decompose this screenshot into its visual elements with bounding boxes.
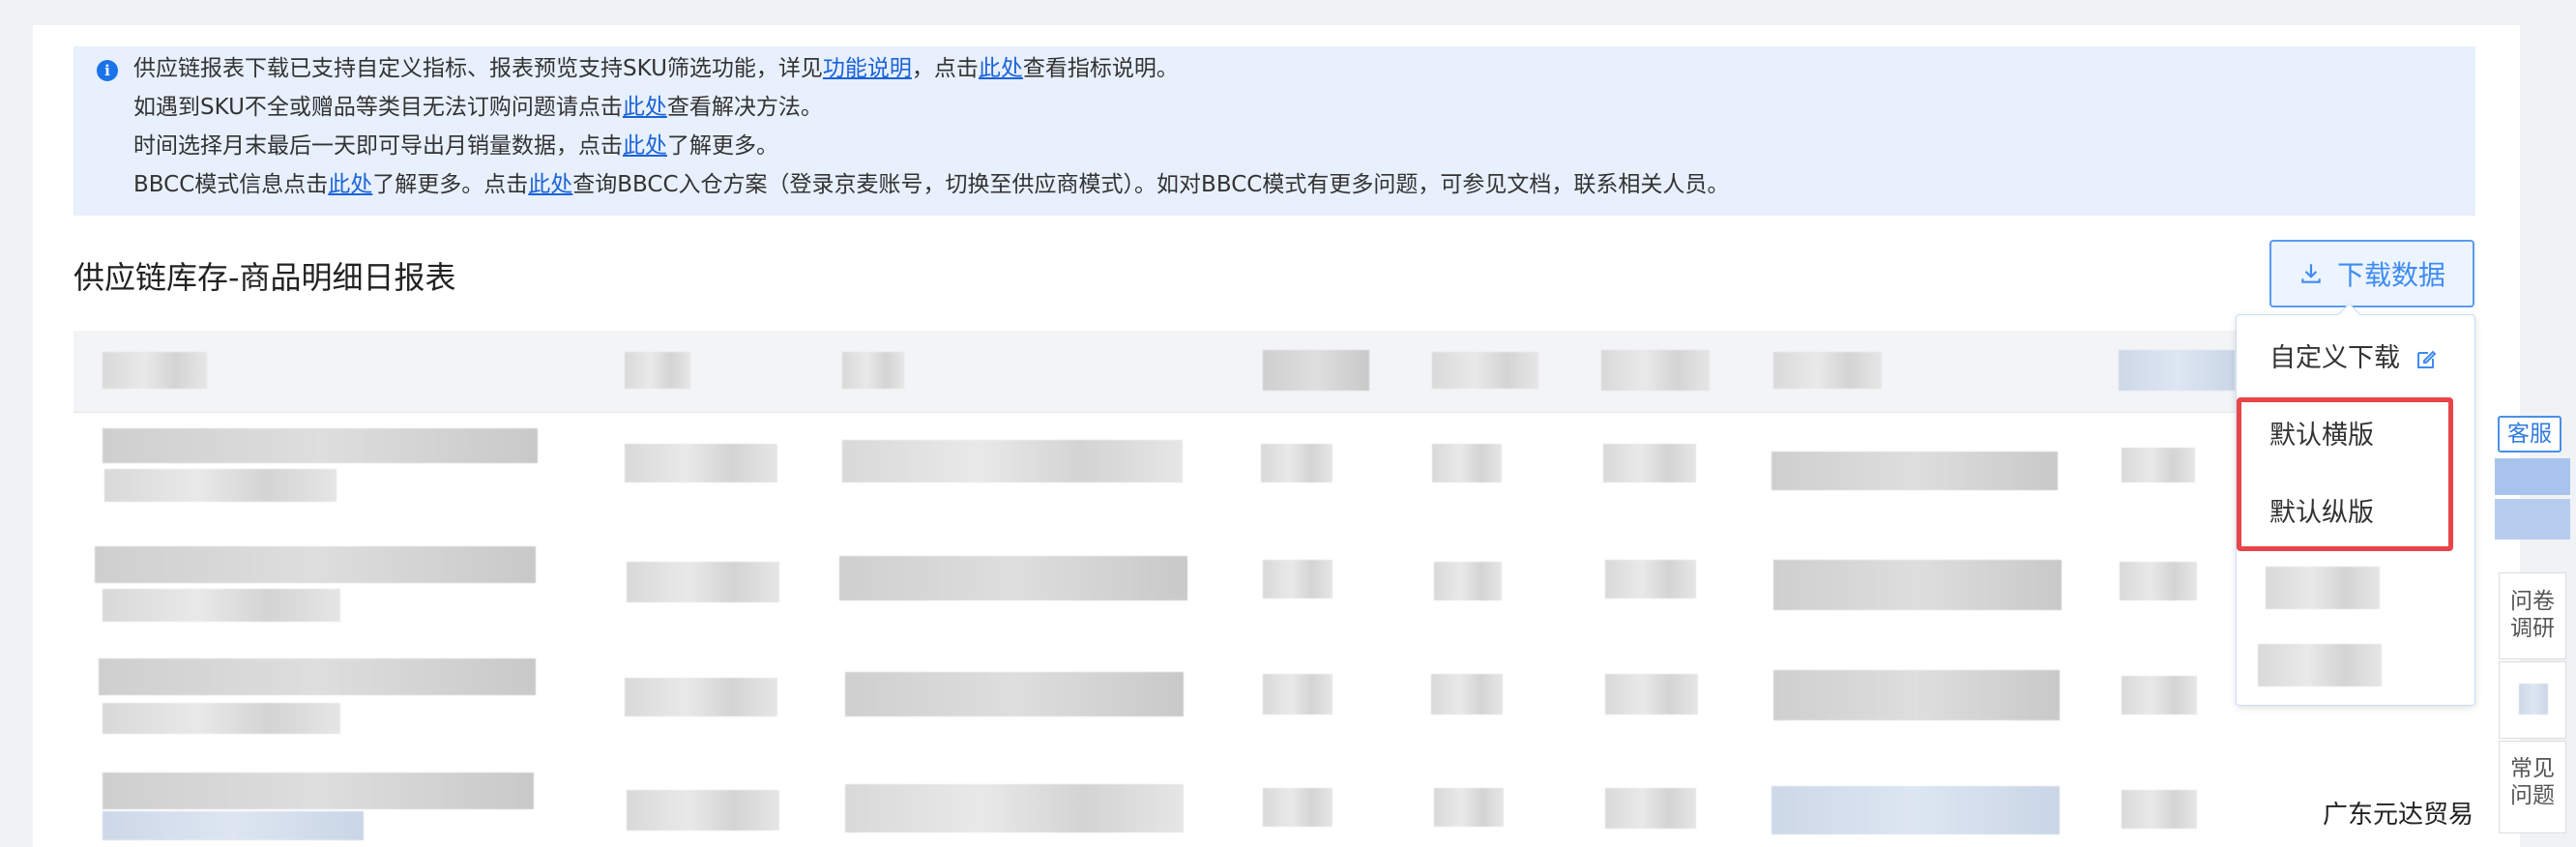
custom-download-label: 自定义下载 xyxy=(2269,343,2400,373)
table-cell xyxy=(1605,788,1696,829)
table-cell xyxy=(102,811,364,840)
header-cell xyxy=(1432,352,1538,389)
notice-text: ，点击 xyxy=(911,56,979,81)
side-blue-block xyxy=(2495,458,2570,495)
download-data-button[interactable]: 下载数据 xyxy=(2269,240,2474,307)
notice-text: 如遇到SKU不全或赠品等类目无法订购问题请点击 xyxy=(133,95,623,120)
custom-download-item[interactable]: 自定义下载 xyxy=(2269,336,2438,374)
table-cell xyxy=(102,589,340,622)
table-cell xyxy=(839,556,1187,600)
table-cell xyxy=(1432,444,1502,482)
side-blue-block xyxy=(2495,499,2570,540)
table-cell xyxy=(845,672,1184,716)
dropdown-item-blurred[interactable] xyxy=(2266,567,2380,609)
table-cell xyxy=(1771,786,2060,834)
highlight-box xyxy=(2237,397,2453,551)
header-cell xyxy=(2119,350,2235,391)
table-cell xyxy=(102,703,340,734)
header-cell xyxy=(102,352,207,389)
info-icon: i xyxy=(97,60,118,81)
supplier-name-partial: 广东元达贸易 xyxy=(2323,801,2474,830)
table-cell xyxy=(99,658,536,695)
survey-label-1: 问卷 xyxy=(2510,589,2555,614)
table-cell xyxy=(842,440,1183,482)
notice-text: 查看指标说明。 xyxy=(1022,56,1179,81)
notice-line-3: 时间选择月末最后一天即可导出月销量数据，点击此处了解更多。 xyxy=(133,131,778,161)
faq-label-1: 常见 xyxy=(2510,756,2555,781)
table-cell xyxy=(845,784,1184,832)
table-cell xyxy=(2122,676,2197,715)
header-cell xyxy=(1601,350,1710,391)
header-cell xyxy=(842,352,904,389)
table-row[interactable] xyxy=(73,527,2475,642)
notice-text: 时间选择月末最后一天即可导出月销量数据，点击 xyxy=(133,133,623,159)
table-header xyxy=(73,331,2475,413)
monthly-sales-link[interactable]: 此处 xyxy=(623,133,667,159)
notice-text: 供应链报表下载已支持自定义指标、报表预览支持SKU筛选功能，详见 xyxy=(133,56,823,81)
header-cell xyxy=(1773,352,1882,389)
table-cell xyxy=(1431,674,1503,715)
table-cell xyxy=(1434,562,1502,600)
faq-button[interactable]: 常见 问题 xyxy=(2499,741,2566,833)
faq-label-2: 问题 xyxy=(2510,783,2555,808)
table-cell xyxy=(2122,448,2195,482)
metric-description-link[interactable]: 此处 xyxy=(979,56,1023,81)
page-title: 供应链库存-商品明细日报表 xyxy=(73,259,456,296)
table-row[interactable] xyxy=(73,413,2475,528)
notice-line-1: 供应链报表下载已支持自定义指标、报表预览支持SKU筛选功能，详见功能说明，点击此… xyxy=(133,54,1179,83)
table-cell xyxy=(1773,560,2062,610)
notice-text: BBCC模式信息点击 xyxy=(133,172,329,197)
edit-icon xyxy=(2416,350,2437,368)
notice-banner: i 供应链报表下载已支持自定义指标、报表预览支持SKU筛选功能，详见功能说明，点… xyxy=(73,46,2475,216)
table-cell xyxy=(1434,788,1504,827)
table-cell xyxy=(625,444,777,482)
notice-text: 了解更多。点击 xyxy=(372,172,529,197)
header-cell xyxy=(1263,350,1369,391)
bbcc-warehouse-link[interactable]: 此处 xyxy=(528,172,572,197)
table-cell xyxy=(1771,452,2058,490)
notice-text: 了解更多。 xyxy=(667,133,778,159)
table-cell xyxy=(2120,562,2197,600)
function-description-link[interactable]: 功能说明 xyxy=(823,56,912,81)
table-cell xyxy=(1263,674,1332,715)
table-row[interactable] xyxy=(73,755,2475,840)
table-cell xyxy=(627,790,779,831)
table-cell xyxy=(95,546,536,583)
survey-label-2: 调研 xyxy=(2510,616,2555,641)
table-cell xyxy=(104,469,337,502)
notice-text: 查询BBCC入仓方案（登录京麦账号，切换至供应商模式）。如对BBCC模式有更多问… xyxy=(572,172,1730,197)
bbcc-info-link[interactable]: 此处 xyxy=(328,172,372,197)
table-cell xyxy=(2122,790,2197,829)
table-cell xyxy=(625,678,777,716)
side-icon-blurred xyxy=(2519,684,2548,715)
table-cell xyxy=(1261,444,1332,482)
table-cell xyxy=(1263,788,1332,827)
table-cell xyxy=(1263,560,1332,599)
download-icon xyxy=(2301,264,2321,283)
customer-service-button[interactable]: 客服 xyxy=(2498,416,2561,453)
survey-button[interactable]: 问卷 调研 xyxy=(2499,572,2566,659)
notice-line-4: BBCC模式信息点击此处了解更多。点击此处查询BBCC入仓方案（登录京麦账号，切… xyxy=(133,170,1729,199)
table-cell xyxy=(102,773,534,809)
table-cell xyxy=(1773,670,2060,720)
table-cell xyxy=(1603,444,1696,482)
download-button-label: 下载数据 xyxy=(2336,259,2445,291)
side-spacer xyxy=(2499,661,2566,739)
table-row[interactable] xyxy=(73,641,2475,756)
notice-text: 查看解决方法。 xyxy=(666,95,823,120)
table-cell xyxy=(1605,674,1698,715)
header-cell xyxy=(625,352,690,389)
solution-link[interactable]: 此处 xyxy=(623,95,667,120)
notice-line-2: 如遇到SKU不全或赠品等类目无法订购问题请点击此处查看解决方法。 xyxy=(133,93,823,122)
dropdown-item-blurred[interactable] xyxy=(2258,644,2382,686)
table-cell xyxy=(102,428,538,463)
table-cell xyxy=(627,562,779,602)
table-cell xyxy=(1605,560,1696,599)
